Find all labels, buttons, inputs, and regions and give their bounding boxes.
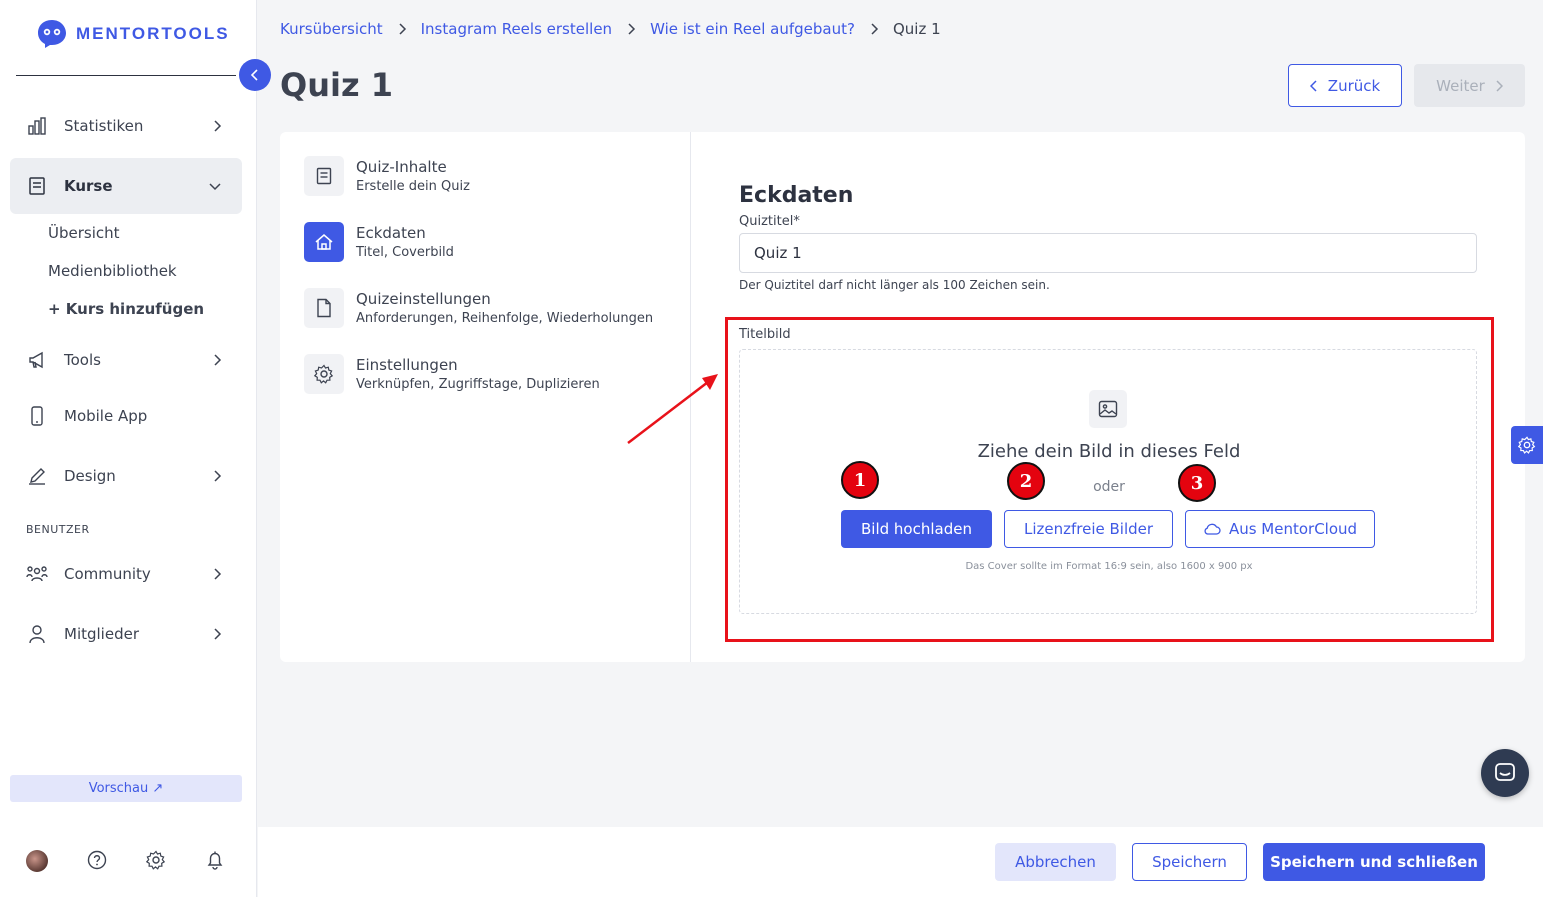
phone-icon bbox=[26, 405, 48, 427]
divider bbox=[16, 75, 236, 76]
sidebar-subitem-uebersicht[interactable]: Übersicht bbox=[48, 224, 120, 242]
back-button-label: Zurück bbox=[1327, 76, 1381, 95]
back-button[interactable]: Zurück bbox=[1288, 64, 1402, 107]
save-button[interactable]: Speichern bbox=[1132, 843, 1247, 881]
chevron-right-icon bbox=[214, 470, 222, 482]
settings-tab-button[interactable] bbox=[1511, 426, 1543, 464]
sidebar-item-mobile-app[interactable]: Mobile App bbox=[10, 388, 242, 444]
home-icon bbox=[304, 222, 344, 262]
book-icon bbox=[26, 175, 48, 197]
step-subtitle: Erstelle dein Quiz bbox=[356, 179, 470, 194]
chevron-right-icon bbox=[214, 120, 222, 132]
cancel-button[interactable]: Abbrechen bbox=[995, 843, 1116, 881]
sidebar-item-community[interactable]: Community bbox=[10, 546, 242, 602]
gear-icon bbox=[304, 354, 344, 394]
chat-icon bbox=[1495, 763, 1515, 781]
book-icon bbox=[304, 156, 344, 196]
quiz-title-label: Quiztitel* bbox=[739, 214, 800, 229]
sidebar-subitem-medienbibliothek[interactable]: Medienbibliothek bbox=[48, 262, 177, 280]
breadcrumb-item[interactable]: Instagram Reels erstellen bbox=[421, 20, 612, 38]
next-button-label: Weiter bbox=[1436, 76, 1485, 95]
help-icon[interactable] bbox=[87, 850, 107, 870]
logo[interactable]: MENTORTOOLS bbox=[36, 18, 230, 50]
step-subtitle: Verknüpfen, Zugriffstage, Duplizieren bbox=[356, 377, 600, 392]
gear-icon[interactable] bbox=[146, 850, 166, 870]
chevron-left-icon bbox=[250, 69, 258, 81]
chevron-right-icon bbox=[214, 628, 222, 640]
step-subtitle: Titel, Coverbild bbox=[356, 245, 454, 260]
sidebar-item-kurse[interactable]: Kurse bbox=[10, 158, 242, 214]
next-button[interactable]: Weiter bbox=[1414, 64, 1525, 107]
chevron-right-icon bbox=[399, 23, 406, 35]
file-icon bbox=[304, 288, 344, 328]
sidebar-item-label: Community bbox=[64, 565, 151, 583]
chevron-right-icon bbox=[214, 354, 222, 366]
preview-button[interactable]: Vorschau ↗ bbox=[10, 775, 242, 802]
step-title: Quizeinstellungen bbox=[356, 290, 491, 308]
gear-icon bbox=[1518, 436, 1536, 454]
annotation-arrow bbox=[627, 374, 718, 444]
step-einstellungen[interactable]: Einstellungen Verknüpfen, Zugriffstage, D… bbox=[304, 354, 600, 394]
form-heading: Eckdaten bbox=[739, 183, 854, 208]
step-quizeinstellungen[interactable]: Quizeinstellungen Anforderungen, Reihenfo… bbox=[304, 288, 653, 328]
save-and-close-button[interactable]: Speichern und schließen bbox=[1263, 843, 1485, 881]
megaphone-icon bbox=[26, 349, 48, 371]
chevron-right-icon bbox=[628, 23, 636, 35]
bar-chart-icon bbox=[26, 115, 48, 137]
sidebar-item-tools[interactable]: Tools bbox=[10, 332, 242, 388]
sidebar-footer bbox=[26, 850, 236, 872]
logo-mark-icon bbox=[38, 20, 66, 48]
user-icon bbox=[26, 623, 48, 645]
chevron-right-icon bbox=[1496, 79, 1503, 92]
bell-icon[interactable] bbox=[205, 850, 225, 870]
sidebar-item-label: Mitglieder bbox=[64, 625, 139, 643]
people-icon bbox=[26, 563, 48, 585]
sidebar-item-design[interactable]: Design bbox=[10, 448, 242, 504]
sidebar-item-statistiken[interactable]: Statistiken bbox=[10, 98, 242, 154]
sidebar: MENTORTOOLS Statistiken Kurse Übersicht … bbox=[0, 0, 257, 897]
sidebar-item-label: Design bbox=[64, 467, 116, 485]
step-quiz-inhalte[interactable]: Quiz-Inhalte Erstelle dein Quiz bbox=[304, 156, 470, 196]
badge-2: 2 bbox=[1007, 462, 1045, 500]
step-title: Quiz-Inhalte bbox=[356, 158, 447, 176]
quiz-title-hint: Der Quiztitel darf nicht länger als 100 … bbox=[739, 278, 1050, 292]
sidebar-item-label: Statistiken bbox=[64, 117, 144, 135]
section-label-benutzer: BENUTZER bbox=[26, 523, 90, 536]
breadcrumb: Kursübersicht Instagram Reels erstellen … bbox=[280, 20, 941, 38]
page-title: Quiz 1 bbox=[280, 66, 393, 104]
collapse-sidebar-button[interactable] bbox=[239, 59, 271, 91]
sidebar-item-label: Mobile App bbox=[64, 407, 148, 425]
breadcrumb-item[interactable]: Kursübersicht bbox=[280, 20, 383, 38]
pencil-icon bbox=[26, 465, 48, 487]
breadcrumb-current: Quiz 1 bbox=[892, 20, 941, 38]
step-eckdaten[interactable]: Eckdaten Titel, Coverbild bbox=[304, 222, 454, 262]
sidebar-item-label: Kurse bbox=[64, 177, 113, 195]
breadcrumb-item[interactable]: Wie ist ein Reel aufgebaut? bbox=[650, 20, 855, 38]
step-title: Einstellungen bbox=[356, 356, 458, 374]
chat-button[interactable] bbox=[1481, 749, 1529, 797]
quiz-title-input[interactable] bbox=[739, 233, 1477, 273]
chevron-down-icon bbox=[209, 183, 221, 191]
chevron-right-icon bbox=[871, 23, 879, 35]
logo-text: MENTORTOOLS bbox=[76, 24, 230, 43]
footer-bar: Abbrechen Speichern Speichern und schlie… bbox=[258, 827, 1543, 897]
step-subtitle: Anforderungen, Reihenfolge, Wiederholung… bbox=[356, 311, 654, 326]
badge-1: 1 bbox=[841, 461, 879, 499]
avatar[interactable] bbox=[26, 850, 48, 872]
sidebar-item-mitglieder[interactable]: Mitglieder bbox=[10, 606, 242, 662]
step-title: Eckdaten bbox=[356, 224, 426, 242]
sidebar-item-label: Tools bbox=[64, 351, 101, 369]
sidebar-subitem-kurs-hinzufuegen[interactable]: + Kurs hinzufügen bbox=[48, 300, 204, 318]
badge-3: 3 bbox=[1178, 464, 1216, 502]
chevron-left-icon bbox=[1309, 79, 1317, 92]
chevron-right-icon bbox=[214, 568, 222, 580]
